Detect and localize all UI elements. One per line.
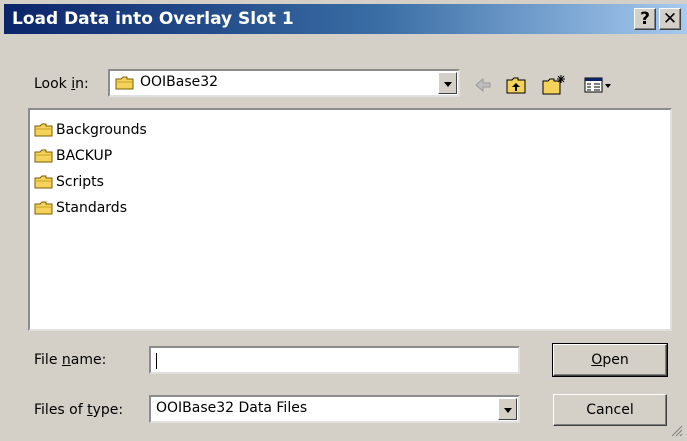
file-list[interactable]: Backgrounds BACKUP Scripts Standards [28,108,672,331]
list-item-label: Backgrounds [56,122,147,138]
look-in-label-pre: Look [34,76,72,92]
folder-icon [34,149,53,163]
open-button[interactable]: Open [552,343,668,377]
list-item-label: Standards [56,200,127,216]
files-of-type-label-pre: Files of [34,402,88,418]
new-folder-icon[interactable] [541,74,567,96]
up-folder-icon[interactable] [505,74,527,96]
look-in-label: Look in: [34,76,89,92]
file-name-input[interactable] [149,346,520,374]
file-name-label-pre: File [34,352,62,368]
back-arrow-icon[interactable] [472,74,494,96]
files-of-type-label: Files of type: [34,402,123,418]
open-button-label: pen [602,352,629,368]
open-file-dialog: Load Data into Overlay Slot 1 ? ✕ Look i… [0,0,687,441]
list-item-label: BACKUP [56,148,113,164]
folder-icon [115,76,134,90]
look-in-dropdown-button[interactable] [438,72,457,94]
files-of-type-dropdown-button[interactable] [498,398,517,420]
files-of-type-label-post: ype: [92,402,124,418]
close-button[interactable]: ✕ [659,8,681,30]
file-name-label-post: ame: [70,352,107,368]
look-in-label-post: n: [75,76,89,92]
file-name-label-accel: n [61,352,71,368]
open-button-accel: O [591,352,603,368]
look-in-combo[interactable]: OOIBase32 [108,69,460,97]
help-button[interactable]: ? [634,8,656,30]
files-of-type-value: OOIBase32 Data Files [156,400,308,416]
folder-icon [34,175,53,189]
look-in-value: OOIBase32 [140,74,219,90]
window-title: Load Data into Overlay Slot 1 [12,9,294,29]
title-bar[interactable]: Load Data into Overlay Slot 1 ? ✕ [4,4,687,34]
resize-grip-icon[interactable] [671,425,683,437]
list-item-label: Scripts [56,174,104,190]
file-name-label: File name: [34,352,106,368]
folder-icon [34,201,53,215]
view-menu-icon[interactable] [583,74,613,96]
cancel-button[interactable]: Cancel [553,394,667,426]
files-of-type-combo[interactable]: OOIBase32 Data Files [149,395,520,423]
text-caret [156,353,157,369]
folder-icon [34,123,53,137]
